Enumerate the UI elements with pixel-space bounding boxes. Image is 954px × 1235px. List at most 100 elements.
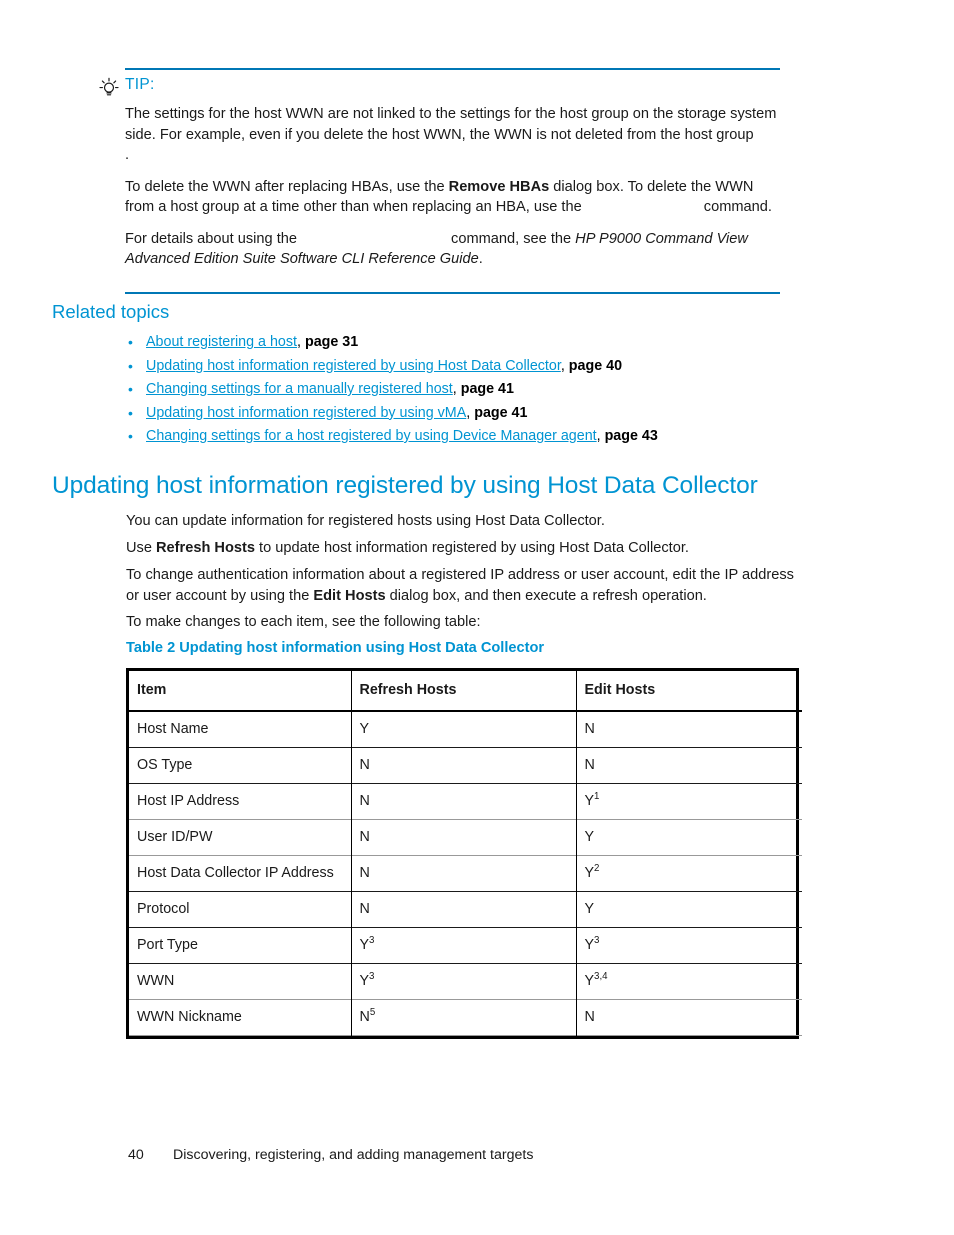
tip-p1-text: The settings for the host WWN are not li…: [125, 106, 777, 143]
tip-header: TIP:: [98, 76, 780, 99]
list-item: Updating host information registered by …: [126, 355, 826, 379]
column-header-refresh: Refresh Hosts: [350, 671, 576, 711]
cell-refresh-footnote: 5: [369, 1007, 376, 1019]
related-page-ref: page 41: [460, 381, 514, 397]
related-topics-heading: Related topics: [52, 301, 170, 322]
related-separator: ,: [452, 381, 461, 397]
cell-edit-footnote: 2: [594, 863, 600, 875]
cell-edit-value: Y: [584, 901, 595, 917]
cell-edit-value: Y: [584, 937, 595, 953]
cell-edit-value: N: [584, 721, 595, 737]
table-caption: Table 2 Updating host information using …: [126, 640, 545, 656]
related-link[interactable]: About registering a host: [146, 334, 297, 350]
cell-refresh-value: Y: [359, 937, 370, 953]
cell-edit-value: Y: [584, 973, 595, 989]
cell-edit-value: Y: [584, 865, 595, 881]
cell-refresh: N: [350, 891, 576, 928]
cell-refresh-value: N: [359, 829, 370, 845]
footer-chapter-title: Discovering, registering, and adding man…: [173, 1147, 534, 1163]
related-link[interactable]: Updating host information registered by …: [146, 358, 561, 374]
cell-edit: Y2: [575, 855, 802, 892]
cell-edit: Y1: [575, 783, 802, 820]
cell-refresh-footnote: 3: [369, 935, 375, 947]
data-table-wrapper: Item Refresh Hosts Edit Hosts Host Name …: [126, 668, 802, 1039]
related-page-ref: page 43: [604, 428, 658, 444]
list-item: Changing settings for a manually registe…: [126, 378, 826, 402]
cell-refresh: N: [350, 819, 576, 856]
table-row: WWN Nickname N5 N: [129, 999, 802, 1036]
list-item: Changing settings for a host registered …: [126, 425, 826, 449]
related-page-ref: page 41: [474, 404, 528, 421]
related-page-ref: page 40: [568, 357, 623, 374]
section-paragraph-4: To make changes to each item, see the fo…: [126, 614, 481, 630]
page-footer: 40 Discovering, registering, and adding m…: [128, 1146, 533, 1164]
tip-paragraph-2: To delete the WWN after replacing HBAs, …: [125, 177, 780, 218]
tip-p3-mid: command, see the: [451, 230, 576, 247]
cell-edit-value: Y: [584, 793, 595, 809]
cell-edit-value: N: [584, 757, 595, 773]
cell-item: Host IP Address: [137, 793, 240, 809]
cell-refresh: N: [350, 747, 576, 784]
cell-edit: Y3,4: [575, 963, 802, 1000]
tip-p1-trailing: .: [125, 147, 130, 163]
host-update-table: Item Refresh Hosts Edit Hosts Host Name …: [129, 671, 802, 1036]
table-frame: Item Refresh Hosts Edit Hosts Host Name …: [126, 668, 802, 1039]
table-row: Protocol N Y: [129, 891, 802, 928]
table-body: Host Name Y N OS Type N N Host IP Addres…: [129, 711, 802, 1036]
cell-item: User ID/PW: [137, 829, 213, 845]
column-header-item: Item: [137, 682, 167, 698]
table-row: Host Name Y N: [129, 711, 802, 748]
cell-edit-value: Y: [584, 829, 595, 845]
table-header: Item Refresh Hosts Edit Hosts: [129, 671, 802, 711]
para3-rest: dialog box, and then execute a refresh o…: [385, 587, 707, 604]
cell-item: OS Type: [137, 757, 193, 773]
tip-bottom-rule: [125, 291, 780, 294]
related-link[interactable]: Updating host information registered by …: [146, 405, 466, 421]
section-paragraph-1: You can update information for registere…: [126, 513, 605, 529]
tip-label: TIP:: [125, 76, 155, 93]
table-header-row: Item Refresh Hosts Edit Hosts: [129, 671, 802, 711]
cell-refresh: Y3: [350, 927, 576, 964]
tip-p2-end: command.: [703, 199, 772, 215]
list-item: About registering a host, page 31: [126, 331, 826, 355]
refresh-hosts-term: Refresh Hosts: [156, 540, 255, 556]
tip-p3-lead: For details about using the: [125, 230, 302, 247]
cell-refresh-value: N: [359, 865, 370, 881]
cell-item: Host Data Collector IP Address: [137, 865, 334, 881]
cell-edit-footnote: 1: [594, 791, 600, 803]
cell-edit-footnote: 3,4: [594, 971, 608, 983]
cell-edit: Y3: [575, 927, 802, 964]
column-header-edit: Edit Hosts: [575, 671, 802, 711]
table-row: OS Type N N: [129, 747, 802, 784]
cell-edit: N: [575, 711, 802, 748]
related-topics-list: About registering a host, page 31 Updati…: [126, 331, 826, 449]
footer-page-number: 40: [128, 1147, 144, 1163]
cell-edit: Y: [575, 891, 802, 928]
remove-hbas-term: Remove HBAs: [448, 178, 550, 195]
tip-admonition: TIP: The settings for the host WWN are n…: [98, 68, 780, 294]
cell-edit: N: [575, 999, 802, 1036]
para2-lead: Use: [126, 540, 157, 556]
related-separator: ,: [596, 428, 605, 444]
edit-hosts-term: Edit Hosts: [313, 587, 386, 604]
cell-edit: Y: [575, 819, 802, 856]
cell-refresh-value: Y: [359, 721, 370, 737]
cell-item: WWN: [137, 973, 175, 989]
cell-item: Protocol: [137, 901, 190, 917]
para2-rest: to update host information registered by…: [254, 540, 689, 556]
tip-p2-lead: To delete the WWN after replacing HBAs, …: [125, 178, 449, 195]
cell-refresh: Y3: [350, 963, 576, 1000]
cell-edit: N: [575, 747, 802, 784]
cell-refresh-value: N: [359, 757, 370, 773]
table-row: Host Data Collector IP Address N Y2: [129, 855, 802, 892]
tip-top-rule: [125, 68, 780, 70]
tip-paragraph-3: For details about using the command, see…: [125, 229, 780, 270]
related-link[interactable]: Changing settings for a manually registe…: [146, 381, 453, 397]
cell-refresh-value: N: [359, 793, 370, 809]
related-separator: ,: [297, 334, 305, 350]
related-page-ref: page 31: [304, 334, 359, 350]
tip-p3-end: .: [478, 251, 483, 267]
cell-refresh-value: Y: [359, 973, 370, 989]
cell-item: Port Type: [137, 937, 198, 953]
related-link[interactable]: Changing settings for a host registered …: [146, 428, 597, 444]
